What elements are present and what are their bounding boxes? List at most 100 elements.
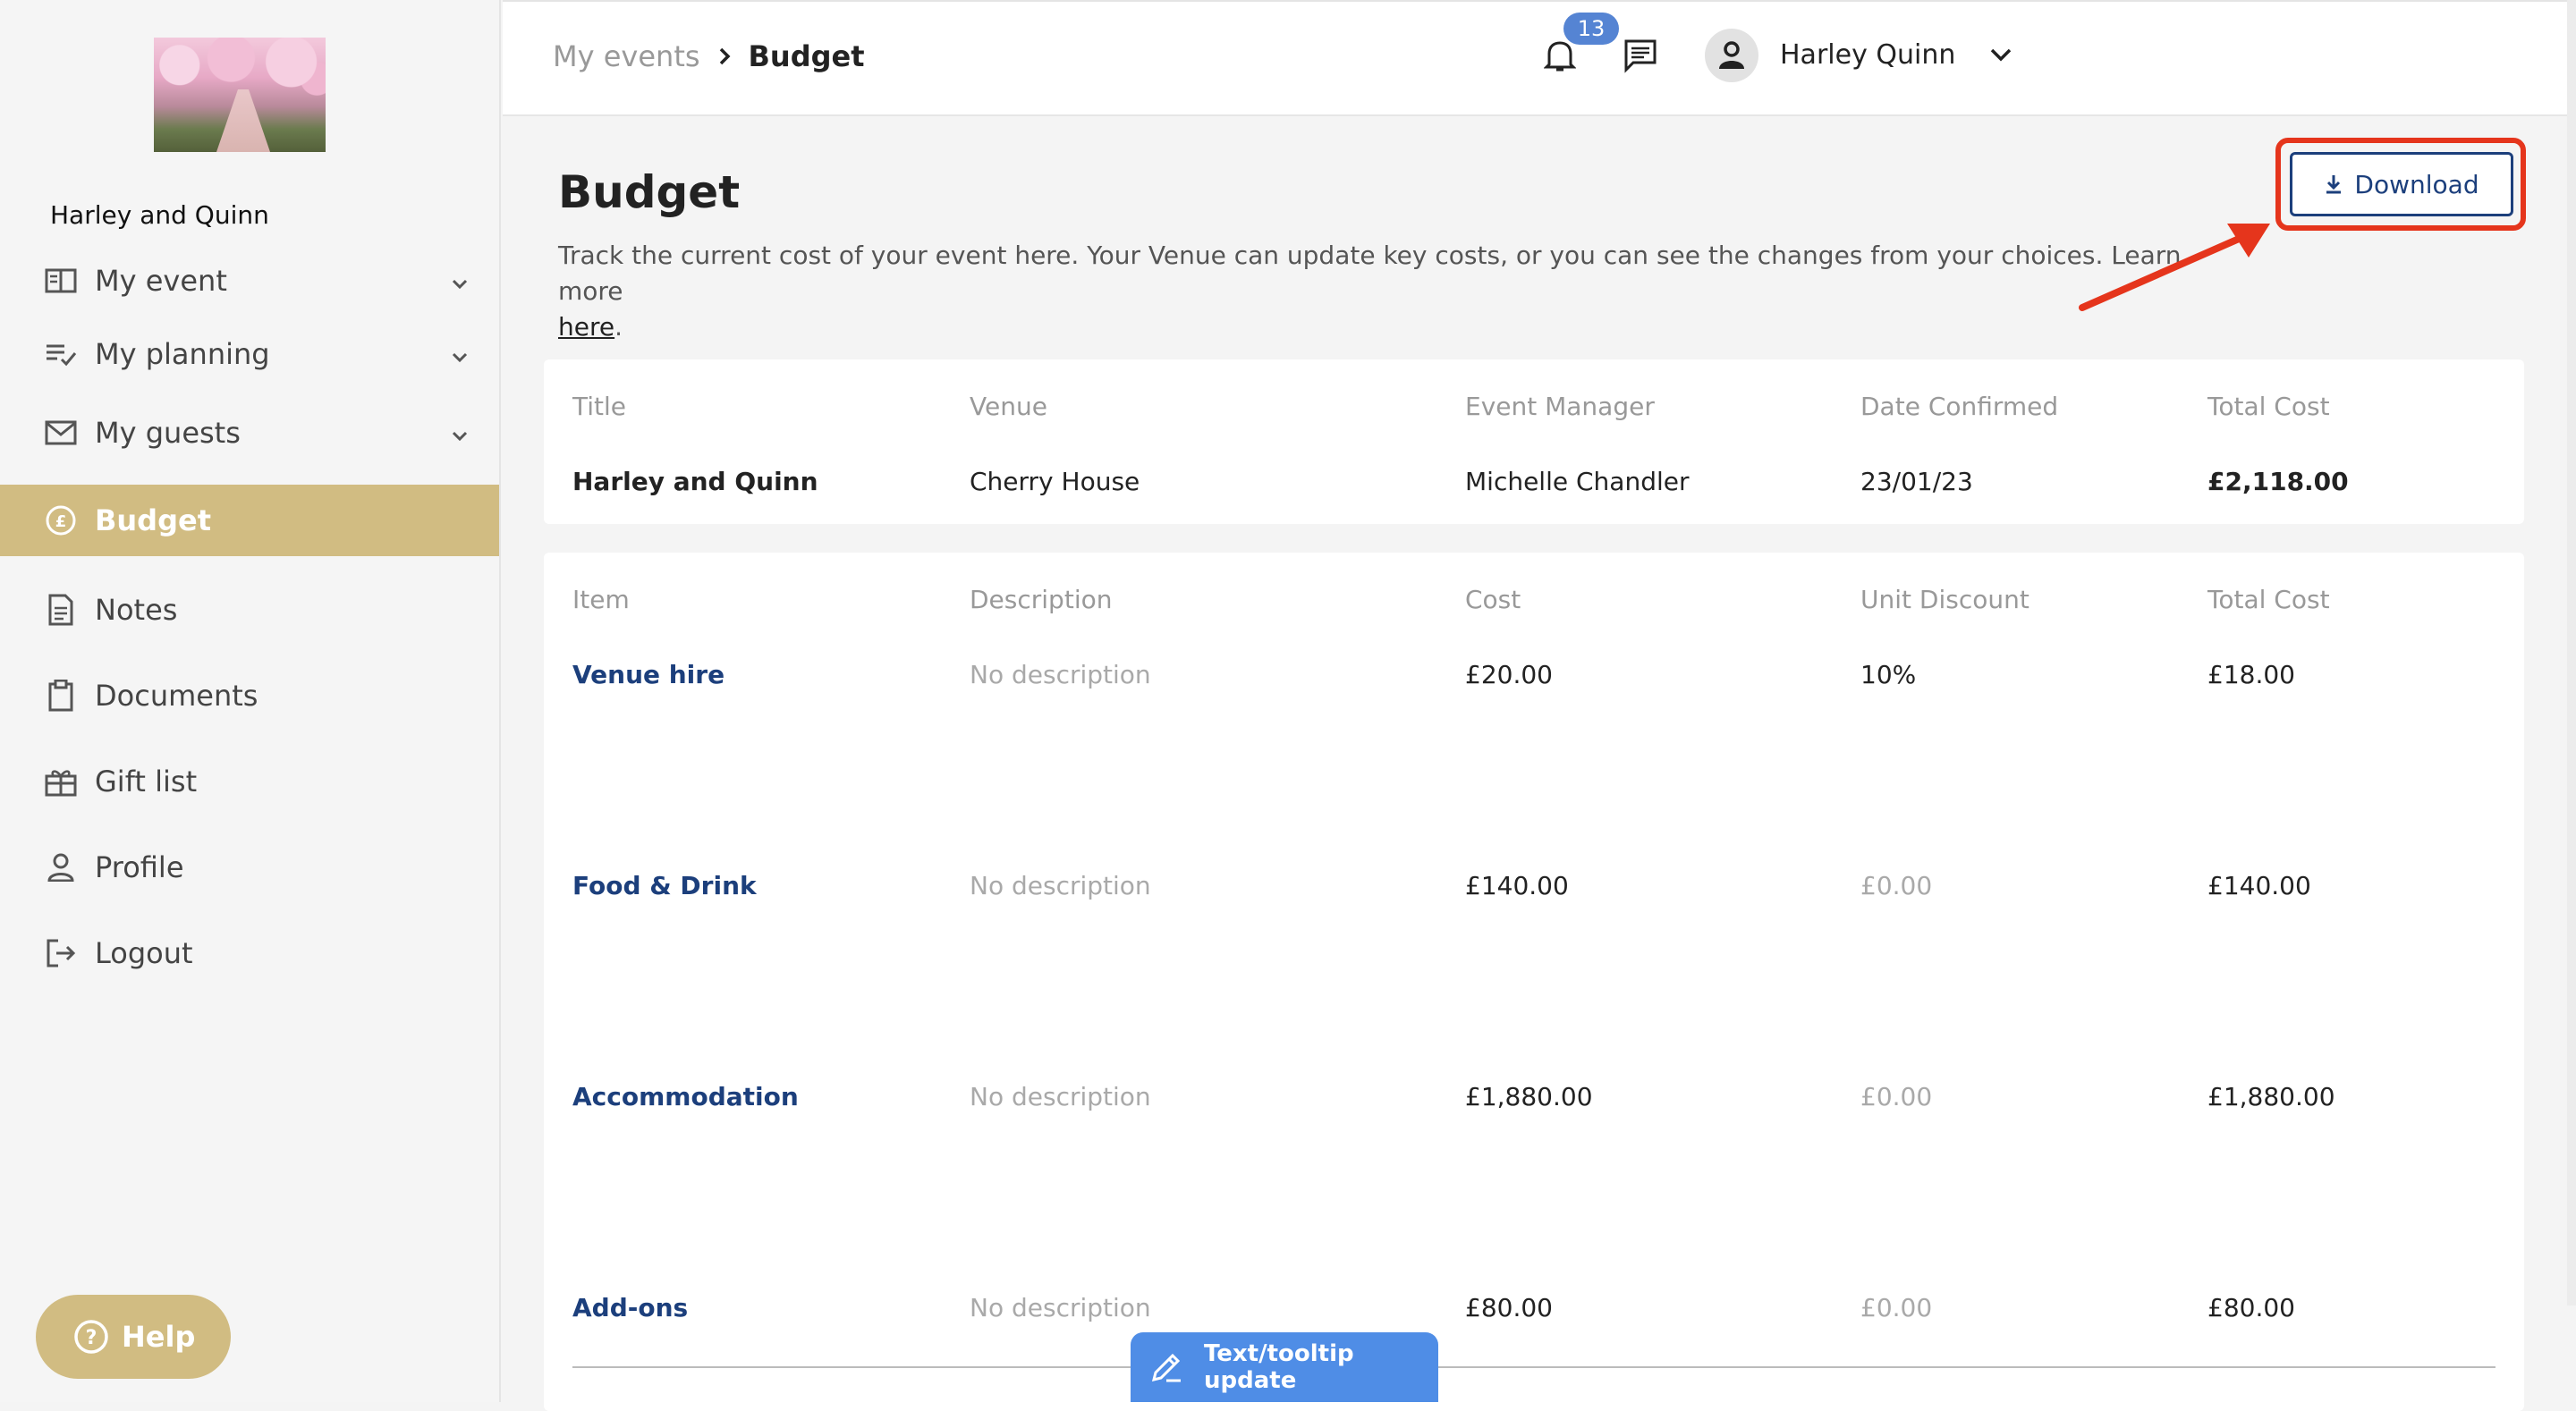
question-circle-icon: ? [73, 1319, 109, 1355]
sidebar-item-label: My event [95, 264, 227, 298]
logout-icon [45, 937, 77, 969]
text-tooltip-update-toast[interactable]: Text/tooltip update [1131, 1332, 1438, 1402]
summary-title: Harley and Quinn [572, 467, 818, 496]
item-total: £1,880.00 [2207, 1082, 2335, 1111]
chevron-down-icon[interactable] [1987, 41, 2014, 72]
summary-card: Title Venue Event Manager Date Confirmed… [544, 359, 2524, 524]
item-total: £140.00 [2207, 871, 2311, 900]
chevron-down-icon [449, 420, 470, 454]
toast-label: Text/tooltip update [1204, 1340, 1354, 1394]
item-total: £80.00 [2207, 1293, 2295, 1322]
sidebar-item-my-event[interactable]: My event [0, 247, 499, 315]
sidebar-event-name: Harley and Quinn [50, 200, 269, 230]
summary-event-manager: Michelle Chandler [1465, 467, 1690, 496]
sidebar-nav: My event My planning My guests £ Budget [0, 247, 499, 996]
summary-header-date-confirmed: Date Confirmed [1860, 392, 2059, 421]
item-name[interactable]: Add-ons [572, 1293, 688, 1322]
bell-icon[interactable] [1543, 38, 1577, 73]
sidebar-item-label: Profile [95, 850, 184, 884]
svg-text:?: ? [86, 1327, 97, 1349]
sidebar-item-profile[interactable]: Profile [0, 824, 499, 910]
description-text: Track the current cost of your event her… [558, 241, 2182, 306]
items-header-total-cost: Total Cost [2207, 585, 2330, 614]
user-name[interactable]: Harley Quinn [1780, 39, 1955, 71]
item-total: £18.00 [2207, 660, 2295, 689]
items-header-description: Description [970, 585, 1113, 614]
mail-icon [45, 417, 77, 449]
item-discount: £0.00 [1860, 871, 1933, 900]
sidebar-item-budget[interactable]: £ Budget [0, 485, 499, 556]
chevron-down-icon [449, 268, 470, 302]
pound-circle-icon: £ [45, 504, 77, 537]
page-description: Track the current cost of your event her… [558, 241, 2182, 342]
annotation-arrow [2079, 224, 2270, 311]
help-label: Help [122, 1320, 196, 1354]
sidebar-item-label: Gift list [95, 765, 198, 798]
item-discount: £0.00 [1860, 1293, 1933, 1322]
sidebar: Harley and Quinn My event My planning My… [0, 0, 501, 1402]
item-name[interactable]: Venue hire [572, 660, 724, 689]
summary-total-cost: £2,118.00 [2207, 467, 2349, 496]
sidebar-item-documents[interactable]: Documents [0, 653, 499, 739]
note-icon [45, 594, 77, 626]
sidebar-item-notes[interactable]: Notes [0, 567, 499, 653]
breadcrumb-current: Budget [748, 39, 865, 73]
sidebar-item-label: Logout [95, 936, 193, 970]
chat-icon[interactable] [1623, 38, 1658, 73]
item-discount: 10% [1860, 660, 1917, 689]
items-header-item: Item [572, 585, 630, 614]
sidebar-item-my-guests[interactable]: My guests [0, 393, 499, 472]
summary-venue: Cherry House [970, 467, 1140, 496]
breadcrumb-my-events[interactable]: My events [553, 39, 700, 73]
item-discount: £0.00 [1860, 1082, 1933, 1111]
chevron-right-icon [716, 46, 733, 67]
item-description: No description [970, 660, 1151, 689]
item-description: No description [970, 871, 1151, 900]
table-divider [572, 1366, 2496, 1368]
sidebar-item-label: Documents [95, 679, 258, 713]
summary-header-venue: Venue [970, 392, 1047, 421]
summary-header-total-cost: Total Cost [2207, 392, 2330, 421]
item-cost: £1,880.00 [1465, 1082, 1593, 1111]
sidebar-item-label: Notes [95, 593, 178, 627]
person-icon [1719, 41, 1744, 69]
clipboard-icon [45, 680, 77, 712]
table-row: Venue hire No description £20.00 10% £18… [544, 660, 2524, 714]
item-cost: £80.00 [1465, 1293, 1553, 1322]
table-row: Accommodation No description £1,880.00 £… [544, 1082, 2524, 1136]
checklist-icon [45, 338, 77, 370]
book-open-icon [45, 265, 77, 297]
summary-header-event-manager: Event Manager [1465, 392, 1655, 421]
event-thumbnail [154, 38, 326, 152]
avatar[interactable] [1705, 29, 1758, 82]
sidebar-item-my-planning[interactable]: My planning [0, 315, 499, 393]
budget-items-card: Item Description Cost Unit Discount Tota… [544, 553, 2524, 1411]
sidebar-item-gift-list[interactable]: Gift list [0, 739, 499, 824]
table-row: Food & Drink No description £140.00 £0.0… [544, 871, 2524, 925]
highlight-box [2275, 138, 2526, 231]
item-description: No description [970, 1293, 1151, 1322]
pencil-icon [1148, 1349, 1184, 1385]
item-name[interactable]: Accommodation [572, 1082, 799, 1111]
chevron-down-icon [449, 342, 470, 376]
sidebar-item-label: My planning [95, 337, 270, 371]
svg-text:£: £ [55, 512, 67, 531]
gift-icon [45, 765, 77, 798]
user-icon [45, 851, 77, 883]
help-button[interactable]: ? Help [36, 1295, 231, 1379]
item-cost: £20.00 [1465, 660, 1553, 689]
learn-more-link[interactable]: here [558, 312, 614, 342]
table-row: Add-ons No description £80.00 £0.00 £80.… [544, 1293, 2524, 1347]
top-bar: My events Budget [503, 0, 2576, 116]
page-title: Budget [558, 166, 741, 218]
item-cost: £140.00 [1465, 871, 1569, 900]
sidebar-item-logout[interactable]: Logout [0, 910, 499, 996]
summary-header-title: Title [572, 392, 627, 421]
item-name[interactable]: Food & Drink [572, 871, 757, 900]
item-description: No description [970, 1082, 1151, 1111]
notification-badge: 13 [1563, 13, 1619, 45]
sidebar-item-label: My guests [95, 416, 241, 450]
breadcrumb: My events Budget [553, 39, 865, 73]
items-header-unit-discount: Unit Discount [1860, 585, 2029, 614]
scrollbar[interactable] [2567, 0, 2576, 1305]
